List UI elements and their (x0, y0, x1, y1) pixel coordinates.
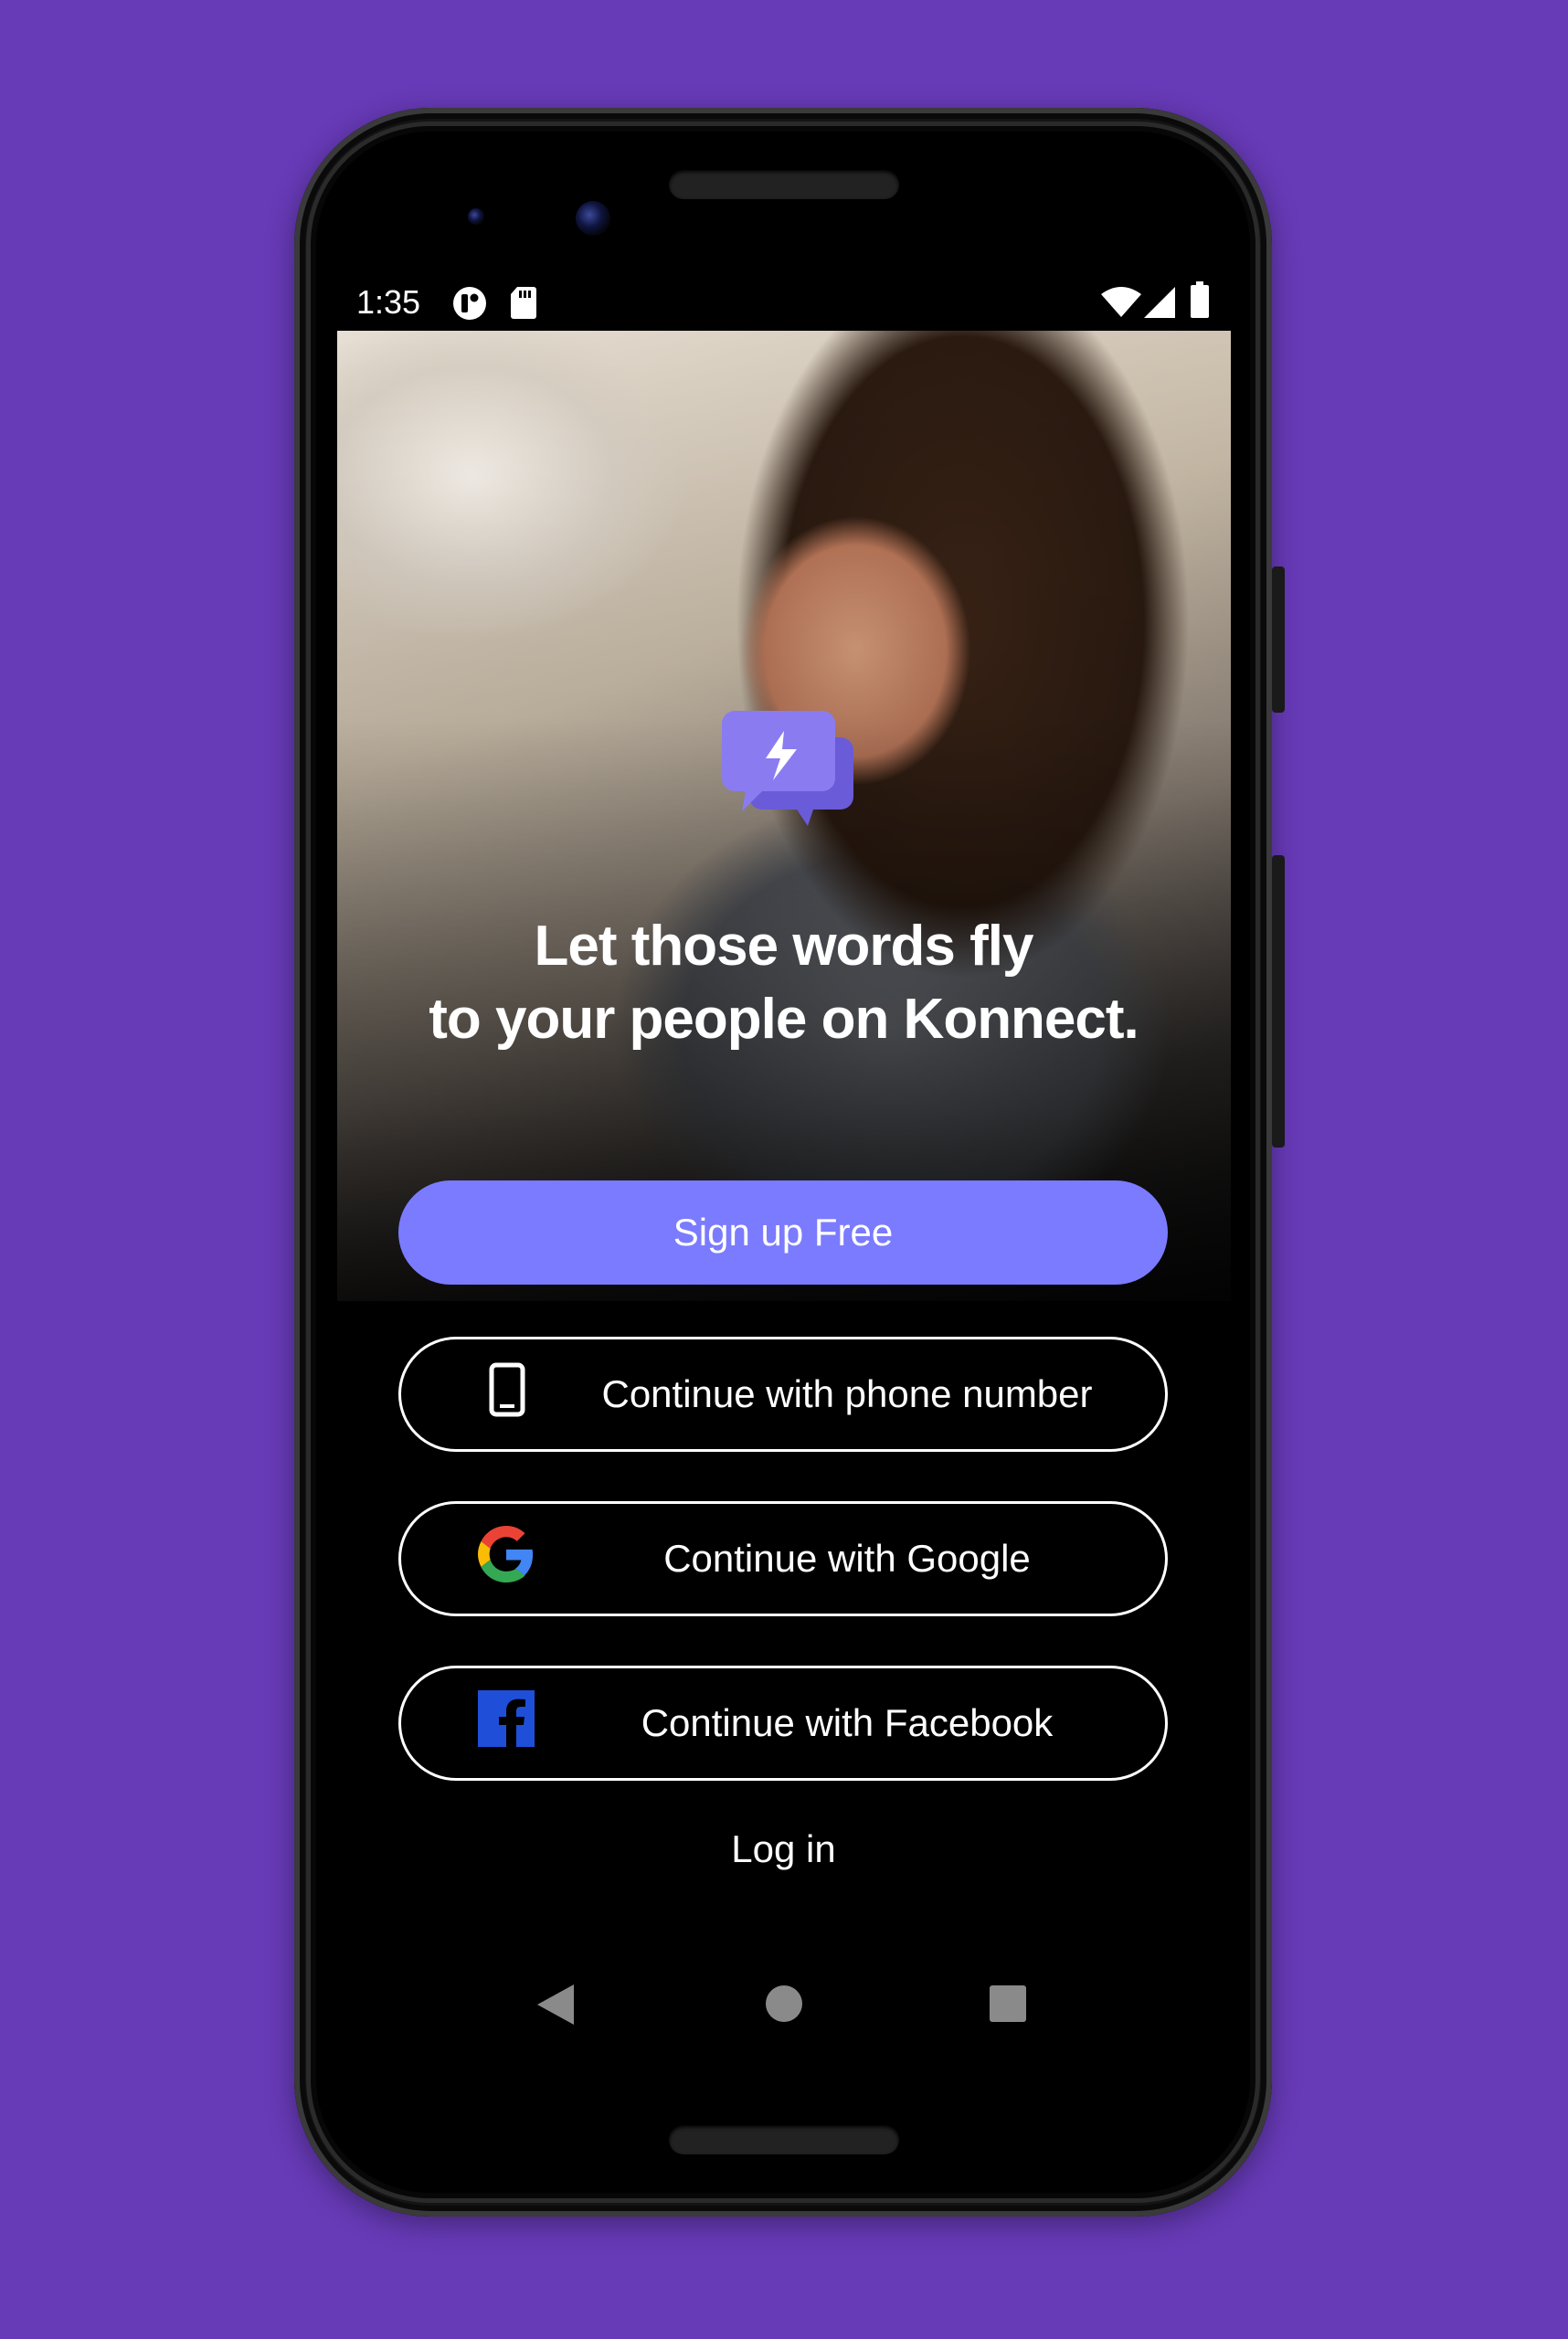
front-sensor (468, 208, 484, 225)
front-camera (576, 201, 610, 236)
battery-icon (1190, 281, 1210, 323)
headline-line-2: to your people on Konnect. (429, 988, 1139, 1051)
continue-with-phone-button[interactable]: Continue with phone number (398, 1337, 1168, 1452)
status-bar: 1:35 (338, 274, 1229, 331)
cellular-signal-icon (1144, 287, 1175, 323)
headline-line-1: Let those words fly (534, 915, 1034, 978)
continue-with-facebook-button[interactable]: Continue with Facebook (398, 1666, 1168, 1781)
back-triangle-icon[interactable] (535, 1983, 576, 2031)
sign-up-label: Sign up Free (673, 1211, 894, 1254)
sign-up-free-button[interactable]: Sign up Free (398, 1180, 1168, 1285)
app-notification-icon (451, 285, 488, 326)
google-g-icon (478, 1526, 535, 1592)
status-time: 1:35 (356, 283, 421, 321)
system-navigation-bar (338, 1974, 1229, 2037)
google-button-label: Continue with Google (663, 1537, 1031, 1580)
facebook-button-label: Continue with Facebook (641, 1701, 1054, 1744)
wifi-icon (1101, 287, 1141, 323)
facebook-icon (478, 1690, 535, 1756)
sd-card-icon (510, 285, 537, 324)
headline: Let those words fly to your people on Ko… (338, 910, 1229, 1056)
top-speaker-grille (669, 170, 899, 199)
smartphone-icon (489, 1362, 525, 1426)
phone-button-label: Continue with phone number (601, 1372, 1093, 1415)
recents-square-icon[interactable] (989, 1984, 1027, 2027)
home-circle-icon[interactable] (765, 1984, 803, 2027)
lightning-chat-bubble-icon (713, 705, 859, 842)
log-in-link[interactable]: Log in (338, 1827, 1229, 1871)
power-button (1272, 566, 1285, 713)
continue-with-google-button[interactable]: Continue with Google (398, 1501, 1168, 1616)
volume-rocker (1272, 855, 1285, 1148)
bottom-speaker-grille (669, 2125, 899, 2154)
